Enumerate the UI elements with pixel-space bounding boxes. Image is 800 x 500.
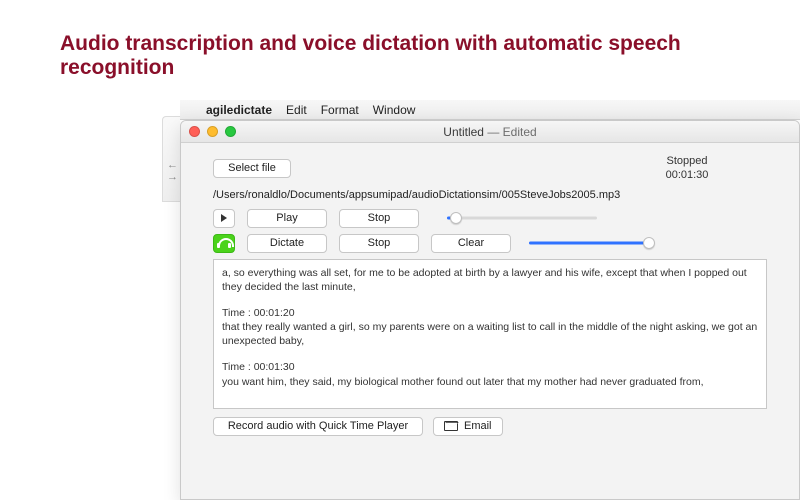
transcript-block: Time : 00:01:30 you want him, they said,… (222, 360, 758, 388)
window-content: Select file Stopped 00:01:30 /Users/rona… (181, 143, 799, 436)
window-title-primary: Untitled (443, 125, 484, 139)
record-quicktime-button[interactable]: Record audio with Quick Time Player (213, 417, 423, 436)
email-button-label: Email (464, 418, 492, 435)
play-icon[interactable] (213, 209, 235, 228)
headphones-icon[interactable] (213, 234, 235, 253)
playback-status: Stopped 00:01:30 (607, 155, 767, 183)
window-title-secondary: — Edited (484, 125, 537, 139)
dictate-stop-button[interactable]: Stop (339, 234, 419, 253)
clear-button[interactable]: Clear (431, 234, 511, 253)
window-title: Untitled — Edited (181, 125, 799, 139)
menubar-app-name[interactable]: agiledictate (206, 103, 272, 117)
transcript-fragment: a, so everything was all set, for me to … (222, 266, 758, 294)
page-headline: Audio transcription and voice dictation … (60, 32, 760, 80)
menubar-item-format[interactable]: Format (321, 103, 359, 117)
playback-state: Stopped (607, 155, 767, 169)
volume-slider[interactable] (529, 235, 649, 251)
file-path-label: /Users/ronaldlo/Documents/appsumipad/aud… (213, 189, 767, 201)
menubar-item-window[interactable]: Window (373, 103, 416, 117)
play-button[interactable]: Play (247, 209, 327, 228)
select-file-button[interactable]: Select file (213, 159, 291, 178)
transcript-textarea[interactable]: a, so everything was all set, for me to … (213, 259, 767, 409)
transcript-block: Time : 00:01:20 that they really wanted … (222, 306, 758, 349)
position-slider[interactable] (447, 210, 597, 226)
menubar-item-edit[interactable]: Edit (286, 103, 307, 117)
playback-time: 00:01:30 (607, 169, 767, 183)
app-window: Untitled — Edited Select file Stopped 00… (180, 120, 800, 500)
email-button[interactable]: Email (433, 417, 503, 436)
background-window-sliver: ← → (162, 116, 180, 202)
mail-icon (444, 421, 458, 431)
transcript-timestamp: Time : 00:01:20 (222, 306, 758, 320)
dictate-button[interactable]: Dictate (247, 234, 327, 253)
play-stop-button[interactable]: Stop (339, 209, 419, 228)
transcript-text: that they really wanted a girl, so my pa… (222, 320, 758, 348)
window-titlebar[interactable]: Untitled — Edited (181, 121, 799, 143)
nav-back-forward-icon: ← → (167, 159, 180, 183)
transcript-text: you want him, they said, my biological m… (222, 375, 758, 389)
mac-menubar: agiledictate Edit Format Window (180, 100, 800, 120)
transcript-timestamp: Time : 00:01:30 (222, 360, 758, 374)
